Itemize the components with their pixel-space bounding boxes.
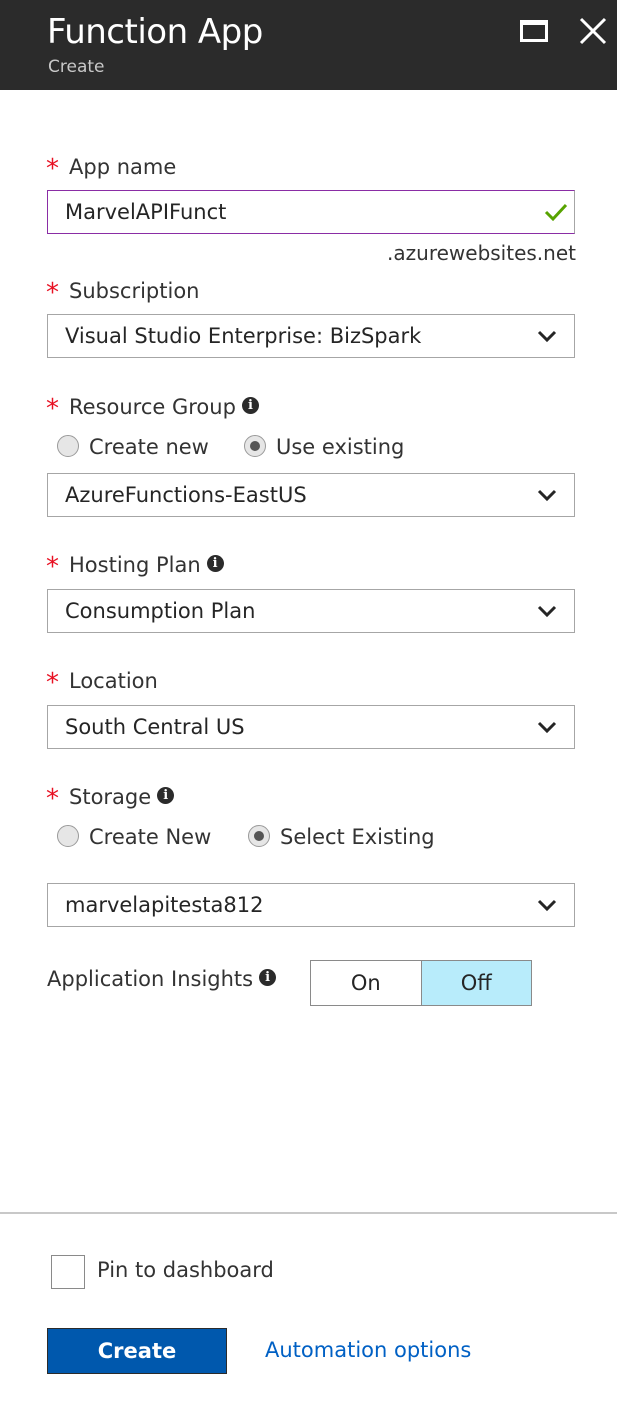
pin-to-dashboard-label: Pin to dashboard	[97, 1258, 274, 1282]
hosting-plan-label: Hosting Plan i	[69, 553, 224, 577]
required-marker: *	[46, 278, 59, 308]
required-marker: *	[46, 154, 59, 184]
blade-subtitle: Create	[48, 57, 105, 77]
required-marker: *	[46, 784, 59, 814]
hosting-plan-label-text: Hosting Plan	[69, 553, 201, 577]
app-insights-off-option[interactable]: Off	[420, 961, 531, 1005]
app-insights-label-text: Application Insights	[47, 967, 254, 991]
app-insights-toggle[interactable]: On Off	[310, 960, 532, 1006]
automation-options-link[interactable]: Automation options	[265, 1338, 471, 1362]
info-icon[interactable]: i	[206, 554, 224, 572]
info-icon[interactable]: i	[157, 786, 175, 804]
info-icon[interactable]: i	[259, 968, 277, 986]
location-label: Location	[69, 669, 158, 693]
blade-title: Function App	[47, 12, 263, 52]
storage-create-new-radio[interactable]: Create New	[57, 825, 211, 849]
storage-label-text: Storage	[69, 785, 152, 809]
app-insights-on-option[interactable]: On	[311, 961, 421, 1005]
checkmark-icon	[544, 203, 568, 222]
storage-dropdown[interactable]: marvelapitesta812	[47, 883, 575, 927]
app-insights-label: Application Insights i	[47, 967, 277, 991]
hosting-plan-dropdown[interactable]: Consumption Plan	[47, 589, 575, 633]
pin-to-dashboard-checkbox[interactable]	[51, 1255, 85, 1289]
maximize-icon[interactable]	[516, 14, 550, 48]
app-name-value: MarvelAPIFunct	[65, 200, 227, 224]
storage-value: marvelapitesta812	[65, 893, 264, 917]
required-marker: *	[46, 394, 59, 424]
blade-header: Function App Create	[0, 0, 617, 90]
radio-circle	[244, 435, 266, 457]
domain-suffix: .azurewebsites.net	[387, 241, 576, 265]
resource-group-label-text: Resource Group	[69, 395, 236, 419]
subscription-value: Visual Studio Enterprise: BizSpark	[65, 324, 422, 348]
chevron-down-icon	[537, 330, 557, 343]
chevron-down-icon	[537, 899, 557, 912]
radio-label: Select Existing	[280, 825, 435, 849]
radio-circle	[248, 825, 270, 847]
create-button[interactable]: Create	[47, 1328, 227, 1374]
footer-divider	[0, 1212, 617, 1214]
close-icon[interactable]	[576, 14, 610, 48]
radio-label: Create New	[89, 825, 212, 849]
subscription-label: Subscription	[69, 279, 200, 303]
app-name-input[interactable]: MarvelAPIFunct	[47, 190, 575, 234]
location-dropdown[interactable]: South Central US	[47, 705, 575, 749]
radio-circle	[57, 825, 79, 847]
storage-label: Storage i	[69, 785, 175, 809]
location-value: South Central US	[65, 715, 245, 739]
radio-label: Create new	[89, 435, 209, 459]
chevron-down-icon	[537, 489, 557, 502]
app-name-label: App name	[69, 155, 177, 179]
info-icon[interactable]: i	[241, 396, 259, 414]
resource-group-value: AzureFunctions-EastUS	[65, 483, 307, 507]
hosting-plan-value: Consumption Plan	[65, 599, 256, 623]
resource-group-dropdown[interactable]: AzureFunctions-EastUS	[47, 473, 575, 517]
chevron-down-icon	[537, 605, 557, 618]
storage-select-existing-radio[interactable]: Select Existing	[248, 825, 435, 849]
radio-circle	[57, 435, 79, 457]
resource-group-label: Resource Group i	[69, 395, 259, 419]
chevron-down-icon	[537, 721, 557, 734]
required-marker: *	[46, 668, 59, 698]
resource-group-create-new-radio[interactable]: Create new	[57, 435, 209, 459]
radio-label: Use existing	[276, 435, 405, 459]
resource-group-use-existing-radio[interactable]: Use existing	[244, 435, 404, 459]
required-marker: *	[46, 552, 59, 582]
subscription-dropdown[interactable]: Visual Studio Enterprise: BizSpark	[47, 314, 575, 358]
